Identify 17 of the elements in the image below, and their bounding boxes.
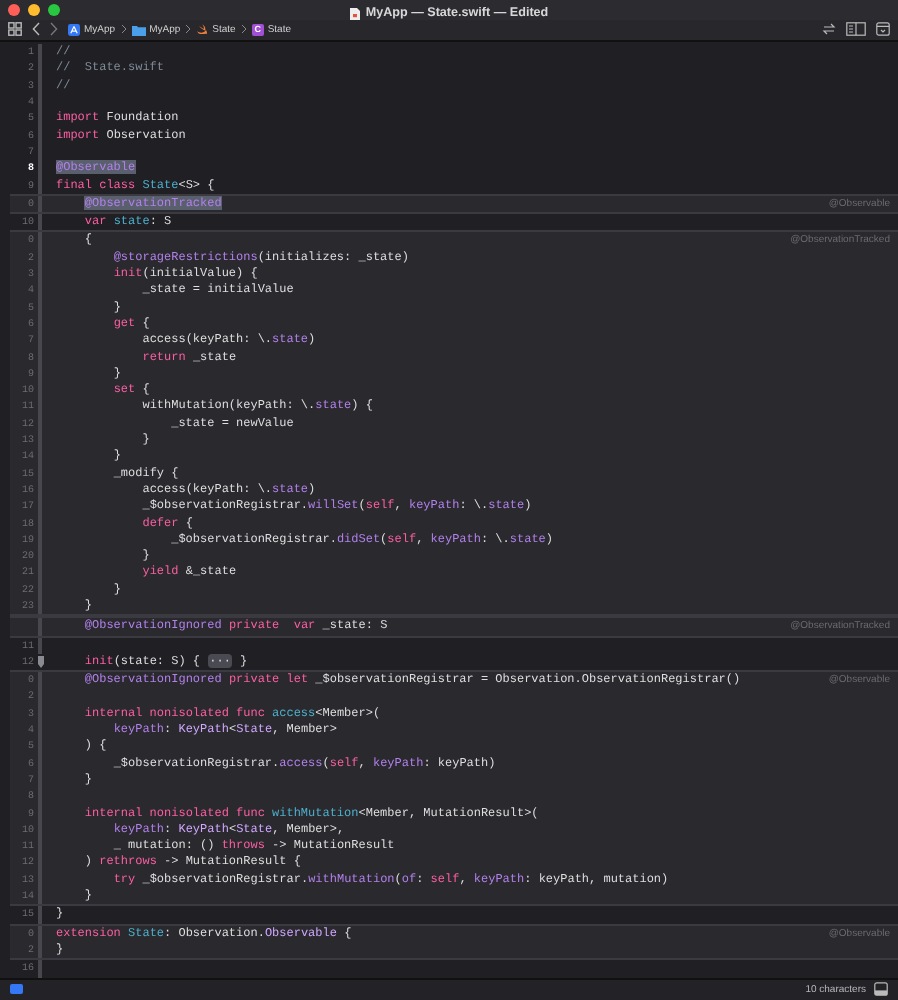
forward-icon[interactable] [50,22,58,37]
swift-icon [196,23,209,36]
back-icon[interactable] [32,22,40,37]
zoom-button[interactable] [48,3,60,16]
chevron-icon [119,24,128,35]
app-icon [68,23,80,36]
chevron-icon [239,24,248,35]
inspector-icon[interactable] [876,22,890,37]
panel-toggle-icon[interactable] [874,982,888,997]
grid-icon[interactable] [8,22,22,37]
status-indicator-icon[interactable] [10,984,24,995]
minimize-button[interactable] [28,3,40,16]
close-button[interactable] [8,3,20,16]
chevron-icon [184,24,193,35]
split-editor-icon[interactable] [846,22,866,37]
swap-arrows-icon[interactable] [822,22,836,37]
document-icon [349,7,360,19]
